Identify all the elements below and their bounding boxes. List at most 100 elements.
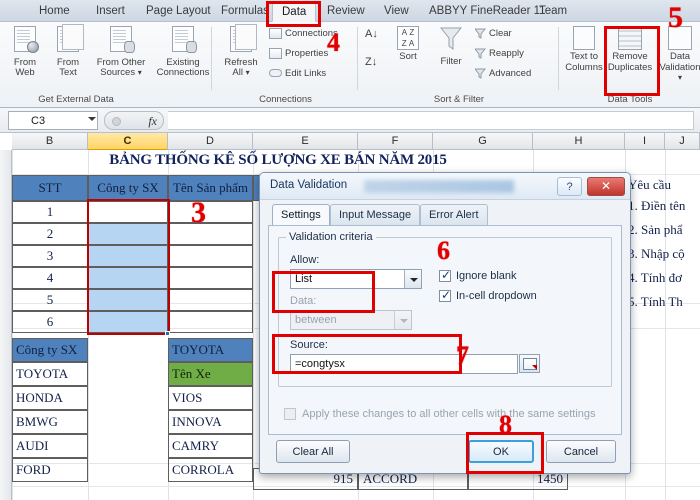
ribbon: Home Insert Page Layout Formulas Data Re… [0, 0, 700, 108]
table-row[interactable]: 5 [12, 289, 88, 311]
empty-cell[interactable] [168, 311, 253, 333]
refresh-all-chevron-down-icon[interactable]: ▾ [246, 68, 250, 77]
insert-function-icon[interactable]: fx [148, 114, 157, 129]
tab-review[interactable]: Review [318, 2, 374, 22]
empty-cell[interactable] [168, 223, 253, 245]
selection-fill-handle[interactable] [165, 331, 170, 336]
from-web-button[interactable]: From Web [4, 26, 46, 79]
dialog-title-bar[interactable]: Data Validation ? ✕ [260, 173, 630, 200]
from-other-sources-label-2: Sources [100, 67, 136, 78]
tab-team[interactable]: Team [530, 2, 576, 22]
sort-button[interactable]: A ZZ A Sort [389, 26, 427, 63]
list-item[interactable]: TOYOTA [12, 362, 88, 386]
reapply-filter-button[interactable]: Reapply [473, 48, 524, 60]
refresh-all-label-2: All [232, 67, 243, 78]
list-item[interactable]: INNOVA [168, 410, 253, 434]
table-header-congty: Công ty SX [88, 175, 168, 201]
tab-insert[interactable]: Insert [87, 2, 134, 22]
requirement-item-3: 3. Nhập cộ [628, 247, 685, 261]
table-row[interactable]: 6 [12, 311, 88, 333]
filter-icon [431, 26, 471, 55]
table-row[interactable]: 1 [12, 201, 88, 223]
column-header-D[interactable]: D [168, 133, 253, 150]
cancel-formula-icon[interactable] [112, 117, 121, 126]
name-box[interactable]: C3 [8, 111, 98, 130]
refresh-all-button[interactable]: Refresh All ▾ [218, 24, 264, 79]
cancel-button[interactable]: Cancel [546, 440, 616, 463]
table-row[interactable]: 2 [12, 223, 88, 245]
properties-button[interactable]: Properties [269, 48, 328, 60]
column-header-F[interactable]: F [358, 133, 433, 150]
column-header-C[interactable]: C [88, 133, 168, 150]
column-header-H[interactable]: H [533, 133, 625, 150]
from-web-label-2: Web [15, 67, 35, 78]
car-table-subheader: Tên Xe [168, 362, 253, 386]
empty-cell[interactable] [168, 201, 253, 223]
column-headers: B C D E F G H I J [0, 133, 700, 150]
table-header-stt: STT [12, 175, 88, 201]
in-cell-dropdown-checkbox[interactable] [439, 288, 451, 302]
empty-cell[interactable] [168, 267, 253, 289]
edit-links-button[interactable]: Edit Links [269, 68, 326, 80]
row-header-strip[interactable] [0, 150, 12, 500]
sort-icon: A ZZ A [397, 26, 419, 50]
table-row[interactable]: 4 [12, 267, 88, 289]
collapse-range-button[interactable] [519, 354, 540, 373]
list-item[interactable]: VIOS [168, 386, 253, 410]
properties-icon [269, 48, 282, 59]
annotation-number-8: 8 [499, 410, 512, 439]
existing-connections-button[interactable]: Existing Connections [155, 26, 211, 79]
tab-page-layout[interactable]: Page Layout [137, 2, 220, 22]
tab-home[interactable]: Home [30, 2, 79, 22]
list-item[interactable]: FORD [12, 458, 88, 482]
column-header-B[interactable]: B [12, 133, 88, 150]
annotation-number-4: 4 [327, 28, 340, 57]
clear-filter-button[interactable]: Clear [473, 28, 512, 40]
clear-all-button[interactable]: Clear All [276, 440, 350, 463]
empty-cell[interactable] [168, 245, 253, 267]
list-item[interactable]: CAMRY [168, 434, 253, 458]
data-chevron-down-icon [394, 311, 411, 329]
from-other-sources-chevron-down-icon[interactable]: ▾ [138, 68, 142, 77]
annotation-number-7: 7 [456, 341, 469, 370]
filter-button[interactable]: Filter [431, 26, 471, 67]
from-other-sources-button[interactable]: From Other Sources ▾ [90, 26, 152, 79]
column-header-I[interactable]: I [625, 133, 665, 150]
list-item[interactable]: AUDI [12, 434, 88, 458]
tab-input-message[interactable]: Input Message [330, 204, 421, 225]
column-header-G[interactable]: G [433, 133, 533, 150]
from-text-label-2: Text [59, 67, 77, 78]
empty-cell[interactable] [168, 289, 253, 311]
table-header-tensanpham: Tên Sản phẩm [168, 175, 253, 201]
ignore-blank-label: Ignore blank [456, 270, 517, 282]
tab-settings[interactable]: Settings [272, 204, 330, 227]
requirement-item-4: 4. Tính đơ [628, 271, 682, 285]
name-box-chevron-down-icon[interactable] [88, 117, 96, 121]
advanced-filter-icon [473, 68, 487, 79]
text-to-columns-button[interactable]: Text to Columns [562, 26, 606, 73]
sort-descending-icon: Z↓ [365, 56, 378, 68]
list-item[interactable]: HONDA [12, 386, 88, 410]
column-header-E[interactable]: E [253, 133, 358, 150]
list-item[interactable]: CORROLA [168, 458, 253, 482]
from-web-icon [4, 26, 46, 56]
data-validation-chevron-down-icon[interactable]: ▾ [678, 73, 682, 82]
tab-view[interactable]: View [375, 2, 418, 22]
formula-bar-buttons[interactable]: fx [104, 111, 164, 130]
formula-input[interactable] [168, 111, 694, 130]
data-validation-dialog[interactable]: Data Validation ? ✕ Settings Input Messa… [259, 172, 631, 474]
from-text-button[interactable]: From Text [47, 24, 89, 79]
sort-ascending-button[interactable]: A↓ [365, 28, 378, 40]
ignore-blank-checkbox[interactable] [439, 268, 451, 282]
allow-chevron-down-icon[interactable] [404, 270, 421, 288]
reapply-filter-icon [473, 48, 487, 59]
advanced-filter-label: Advanced [489, 68, 532, 80]
tab-error-alert[interactable]: Error Alert [420, 204, 488, 225]
column-header-J[interactable]: J [665, 133, 700, 150]
close-icon[interactable]: ✕ [587, 177, 625, 196]
advanced-filter-button[interactable]: Advanced [473, 68, 532, 80]
help-icon[interactable]: ? [557, 177, 582, 196]
table-row[interactable]: 3 [12, 245, 88, 267]
sort-descending-button[interactable]: Z↓ [365, 56, 377, 68]
list-item[interactable]: BMWG [12, 410, 88, 434]
